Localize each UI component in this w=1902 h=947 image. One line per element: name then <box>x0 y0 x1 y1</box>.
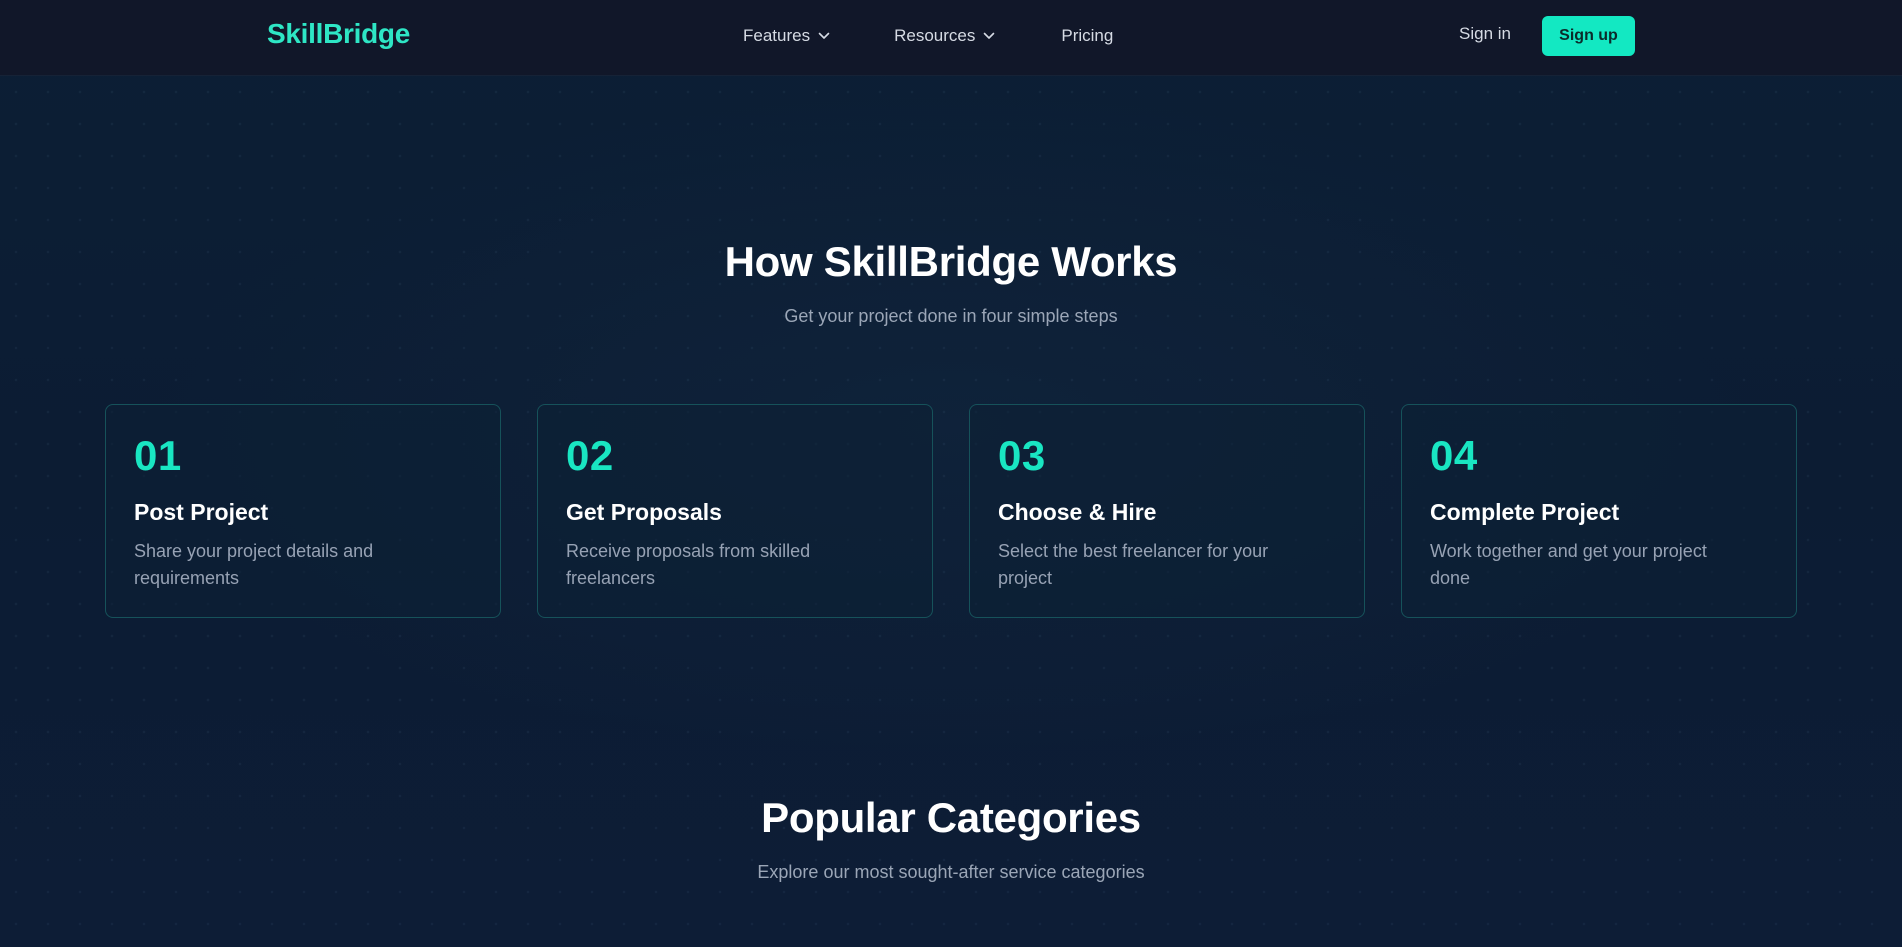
nav-pricing-link[interactable]: Pricing <box>1061 26 1113 46</box>
popular-categories-title: Popular Categories <box>761 794 1141 841</box>
sign-up-button[interactable]: Sign up <box>1542 16 1635 56</box>
logo[interactable]: SkillBridge <box>267 18 410 50</box>
step-card: 01 Post Project Share your project detai… <box>105 404 501 618</box>
chevron-down-icon <box>818 32 830 39</box>
sign-in-link[interactable]: Sign in <box>1459 24 1511 44</box>
step-card: 03 Choose & Hire Select the best freelan… <box>969 404 1365 618</box>
step-number: 02 <box>566 432 614 479</box>
step-card: 04 Complete Project Work together and ge… <box>1401 404 1797 618</box>
nav-resources-label: Resources <box>894 26 976 45</box>
nav-resources-dropdown[interactable]: Resources <box>894 26 995 46</box>
step-title: Get Proposals <box>566 499 722 525</box>
step-title: Post Project <box>134 499 269 525</box>
chevron-down-icon <box>984 32 995 39</box>
popular-categories-subtitle: Explore our most sought-after service ca… <box>757 862 1145 882</box>
nav-features-label: Features <box>743 26 811 45</box>
nav-features-dropdown[interactable]: Features <box>743 26 830 46</box>
step-title: Complete Project <box>1430 499 1620 525</box>
step-title: Choose & Hire <box>998 499 1157 525</box>
step-number: 03 <box>998 432 1046 479</box>
step-number: 01 <box>134 432 182 479</box>
how-it-works-subtitle: Get your project done in four simple ste… <box>784 306 1118 326</box>
navbar: SkillBridge Features Resources Pricing S… <box>0 0 1902 76</box>
how-it-works-title: How SkillBridge Works <box>724 238 1178 285</box>
step-number: 04 <box>1430 432 1478 479</box>
step-card: 02 Get Proposals Receive proposals from … <box>537 404 933 618</box>
step-description: Share your project details and requireme… <box>134 541 374 588</box>
main-nav: Features Resources Pricing <box>743 24 1113 48</box>
step-description: Select the best freelancer for your proj… <box>998 541 1269 588</box>
page: SkillBridge Features Resources Pricing S… <box>0 0 1902 947</box>
step-description: Work together and get your project done <box>1430 541 1707 588</box>
step-description: Receive proposals from skilled freelance… <box>566 541 811 588</box>
